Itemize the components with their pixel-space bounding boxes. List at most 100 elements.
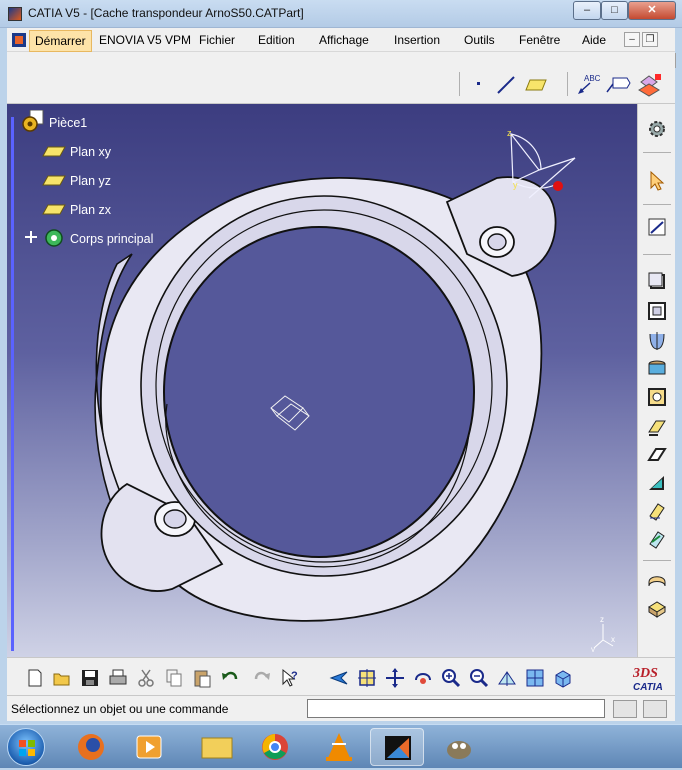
- command-input[interactable]: [307, 699, 605, 718]
- menu-fichier[interactable]: Fichier: [199, 33, 235, 47]
- taskbar-firefox[interactable]: [64, 728, 118, 766]
- catia-app-icon: [8, 7, 22, 21]
- print-icon[interactable]: [108, 668, 128, 688]
- open-folder-icon[interactable]: [52, 668, 72, 688]
- top-toolbar: ABC: [7, 52, 675, 104]
- settings-icon[interactable]: [646, 118, 668, 140]
- zoom-in-icon[interactable]: [441, 668, 461, 688]
- taskbar-explorer[interactable]: [190, 728, 244, 766]
- separator: [643, 204, 671, 205]
- tree-item-plan-xy[interactable]: Plan xy: [70, 145, 111, 159]
- save-icon[interactable]: [80, 668, 100, 688]
- doc-restore-button[interactable]: ❐: [642, 32, 658, 47]
- doc-minimize-button[interactable]: –: [624, 32, 640, 47]
- multi-view-icon[interactable]: [525, 668, 545, 688]
- menu-demarrer[interactable]: Démarrer: [29, 30, 92, 52]
- start-button[interactable]: [7, 728, 45, 766]
- taskbar-catia[interactable]: [370, 728, 424, 766]
- fit-all-icon[interactable]: [357, 668, 377, 688]
- axis-indicator-x-label: x: [611, 635, 615, 644]
- menu-insertion[interactable]: Insertion: [394, 33, 440, 47]
- thick-surface-icon[interactable]: [646, 598, 668, 620]
- tree-root-part[interactable]: Pièce1: [49, 116, 87, 130]
- copy-icon[interactable]: [164, 668, 184, 688]
- tree-item-corps-principal[interactable]: Corps principal: [70, 232, 153, 246]
- line-icon[interactable]: [495, 74, 517, 96]
- body-expand-icon[interactable]: [22, 228, 70, 250]
- taskbar-vlc[interactable]: [312, 728, 366, 766]
- fly-mode-icon[interactable]: [329, 668, 349, 688]
- svg-text:3DS: 3DS: [632, 666, 658, 681]
- groove-icon[interactable]: [646, 358, 668, 380]
- shaft-icon[interactable]: [646, 330, 668, 352]
- tree-item-plan-yz[interactable]: Plan yz: [70, 174, 111, 188]
- document-icon[interactable]: [11, 32, 27, 48]
- rib-icon[interactable]: [646, 416, 668, 438]
- pad-icon[interactable]: [646, 270, 668, 292]
- command-button-2[interactable]: [643, 700, 667, 718]
- minimize-button[interactable]: –: [573, 1, 601, 20]
- compass-y-label: y: [513, 180, 518, 190]
- pan-icon[interactable]: [385, 668, 405, 688]
- compass-icon[interactable]: z y: [499, 120, 589, 216]
- menu-enovia[interactable]: ENOVIA V5 VPM: [99, 33, 191, 47]
- menu-edition[interactable]: Edition: [258, 33, 295, 47]
- normal-view-icon[interactable]: [497, 668, 517, 688]
- chrome-icon: [262, 734, 288, 760]
- taskbar-chrome[interactable]: [248, 728, 302, 766]
- zoom-out-icon[interactable]: [469, 668, 489, 688]
- undo-icon[interactable]: [220, 668, 240, 688]
- menu-outils[interactable]: Outils: [464, 33, 495, 47]
- menu-aide[interactable]: Aide: [582, 33, 606, 47]
- title-bar: CATIA V5 - [Cache transpondeur ArnoS50.C…: [0, 0, 682, 28]
- removed-multi-section-icon[interactable]: [646, 528, 668, 550]
- menu-fenetre[interactable]: Fenêtre: [519, 33, 560, 47]
- split-icon[interactable]: [646, 570, 668, 592]
- pocket-icon[interactable]: [646, 300, 668, 322]
- windows-taskbar: [0, 724, 682, 768]
- plane-yz-icon: [42, 175, 66, 186]
- hole-icon[interactable]: [646, 386, 668, 408]
- plane-zx-icon: [42, 204, 66, 215]
- tree-rail: [11, 117, 14, 651]
- whats-this-icon[interactable]: ?: [280, 668, 300, 688]
- apply-material-icon[interactable]: [635, 72, 663, 100]
- part-gear-icon[interactable]: [20, 110, 46, 134]
- status-message: Sélectionnez un objet ou une commande: [11, 702, 229, 716]
- command-button-1[interactable]: [613, 700, 637, 718]
- multi-section-icon[interactable]: [646, 500, 668, 522]
- separator: [643, 152, 671, 153]
- redo-icon[interactable]: [252, 668, 272, 688]
- text-annotation-icon[interactable]: ABC: [577, 72, 603, 96]
- menu-affichage[interactable]: Affichage: [319, 33, 369, 47]
- maximize-button[interactable]: □: [601, 1, 628, 20]
- axis-indicator-z-label: z: [600, 615, 604, 624]
- toolbar-separator: [567, 72, 568, 96]
- compass-z-label: z: [507, 128, 512, 138]
- iso-view-icon[interactable]: [553, 668, 573, 688]
- slot-icon[interactable]: [646, 444, 668, 466]
- firefox-icon: [78, 734, 104, 760]
- sketch-icon[interactable]: [646, 216, 668, 238]
- media-player-icon: [136, 735, 162, 759]
- cut-icon[interactable]: [136, 668, 156, 688]
- right-toolbar: [637, 104, 675, 657]
- plane-icon[interactable]: [524, 77, 548, 93]
- taskbar-media-player[interactable]: [122, 728, 176, 766]
- gimp-icon: [447, 741, 471, 759]
- flag-note-icon[interactable]: [605, 72, 633, 96]
- tree-item-plan-zx[interactable]: Plan zx: [70, 203, 111, 217]
- rotate-icon[interactable]: [413, 668, 433, 688]
- catia-logo: 3DS CATIA: [632, 666, 663, 693]
- toolbar-separator: [459, 72, 460, 96]
- point-icon[interactable]: [473, 78, 485, 90]
- stiffener-icon[interactable]: [646, 472, 668, 494]
- paste-icon[interactable]: [192, 668, 212, 688]
- select-arrow-icon[interactable]: [646, 170, 668, 192]
- catia-logo-text: CATIA: [633, 682, 663, 693]
- axis-indicator-icon: z x y: [591, 615, 615, 652]
- close-button[interactable]: ✕: [628, 1, 676, 20]
- new-file-icon[interactable]: [25, 668, 45, 688]
- taskbar-gimp[interactable]: [432, 728, 486, 766]
- catia-task-icon: [385, 736, 411, 760]
